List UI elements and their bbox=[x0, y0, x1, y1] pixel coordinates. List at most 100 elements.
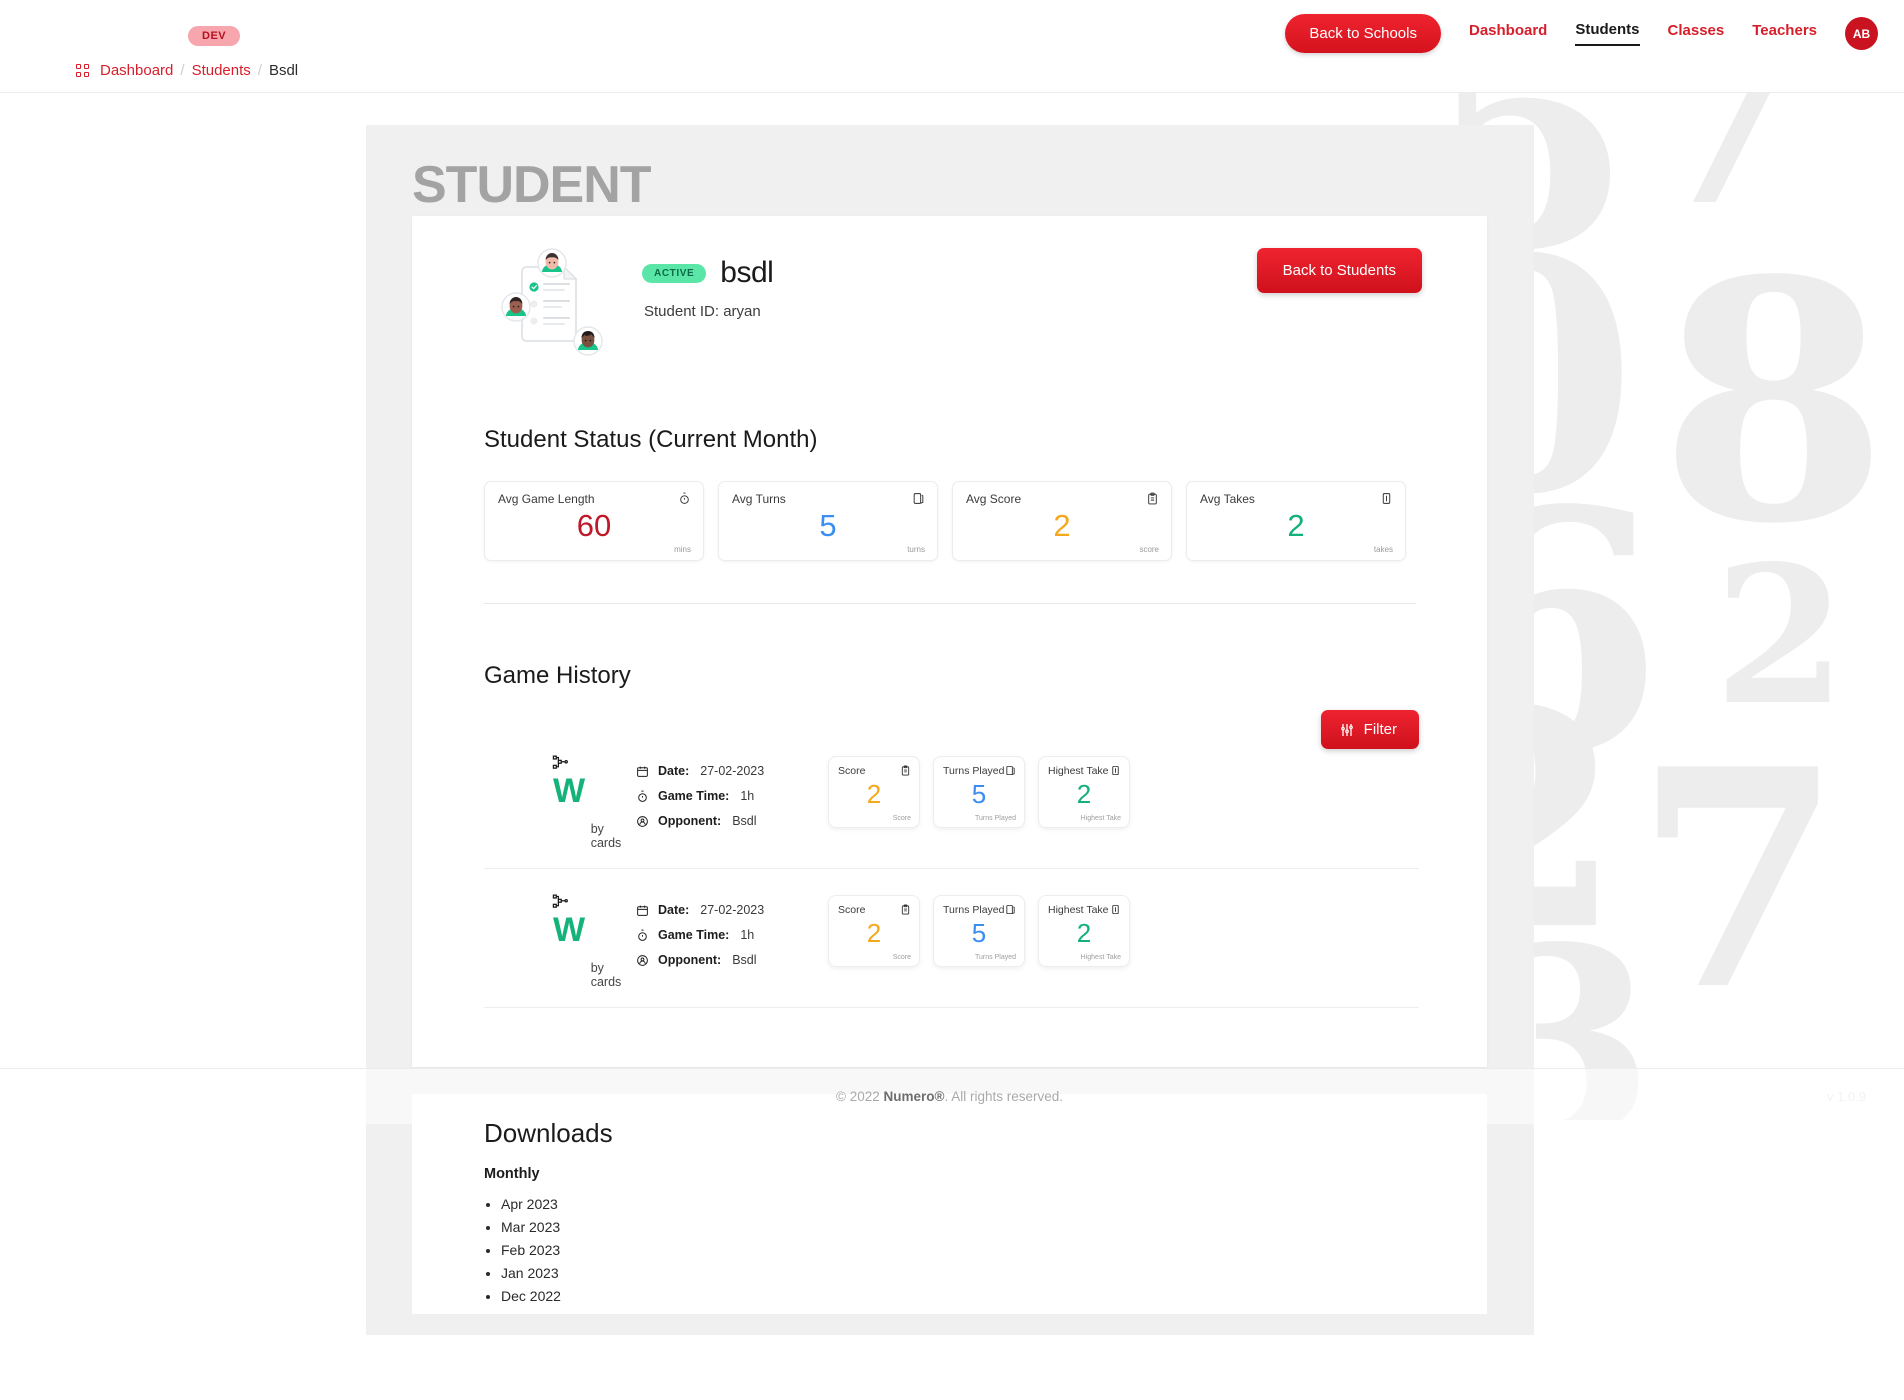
clipboard-icon bbox=[901, 765, 910, 776]
game-history-row[interactable]: W by cards Date: 27-02-2023 Game Time: 1 bbox=[484, 891, 1419, 1008]
student-status-section: Student Status (Current Month) Avg Game … bbox=[484, 426, 1419, 561]
game-meta-date: Date: 27-02-2023 bbox=[636, 903, 806, 917]
game-stat-turns-played[interactable]: Turns Played 5 Turns Played bbox=[933, 895, 1025, 967]
game-stat-unit: Highest Take bbox=[1080, 815, 1121, 822]
breadcrumb-item-current: Bsdl bbox=[268, 62, 299, 79]
game-stat-score[interactable]: Score 2 Score bbox=[828, 895, 920, 967]
download-item[interactable]: Feb 2023 bbox=[501, 1242, 613, 1258]
stat-card-avg-score[interactable]: Avg Score 2 score bbox=[952, 481, 1172, 561]
stat-value: 2 bbox=[1287, 508, 1305, 543]
footer-brand: Numero® bbox=[883, 1089, 945, 1104]
game-meta-time: Game Time: 1h bbox=[636, 928, 806, 942]
back-to-schools-button[interactable]: Back to Schools bbox=[1285, 14, 1441, 53]
game-stat-unit: Highest Take bbox=[1080, 954, 1121, 961]
nav-item-dashboard[interactable]: Dashboard bbox=[1469, 22, 1547, 45]
filter-button-label: Filter bbox=[1363, 721, 1397, 738]
clipboard-icon bbox=[1148, 492, 1157, 505]
stat-card-avg-game-length[interactable]: Avg Game Length 60 mins bbox=[484, 481, 704, 561]
breadcrumb-item-students[interactable]: Students bbox=[192, 62, 251, 79]
student-header: ACTIVE bsdl Student ID: aryan Back to St… bbox=[412, 216, 1487, 366]
meta-value: 1h bbox=[740, 789, 755, 803]
filter-button[interactable]: Filter bbox=[1320, 710, 1419, 749]
game-stat-turns-played[interactable]: Turns Played 5 Turns Played bbox=[933, 756, 1025, 828]
game-stat-value: 2 bbox=[1076, 918, 1092, 948]
breadcrumb-item-dashboard[interactable]: Dashboard bbox=[100, 62, 173, 79]
page-footer: © 2022 Numero®. All rights reserved. v 1… bbox=[0, 1068, 1904, 1124]
game-meta-block: Date: 27-02-2023 Game Time: 1h Opponent:… bbox=[636, 891, 806, 978]
student-document-illustration bbox=[501, 248, 603, 356]
tournament-bracket-icon bbox=[552, 755, 568, 769]
filter-sliders-icon bbox=[1340, 723, 1353, 736]
game-meta-time: Game Time: 1h bbox=[636, 789, 806, 803]
page-title: STUDENT bbox=[412, 156, 652, 214]
clipboard-icon bbox=[901, 904, 910, 915]
user-avatar[interactable]: AB bbox=[1845, 17, 1878, 50]
top-navigation-bar: DEV Dashboard / Students / Bsdl Back to … bbox=[0, 0, 1904, 93]
dashboard-grid-icon bbox=[76, 64, 89, 77]
game-stat-unit: Score bbox=[892, 815, 911, 822]
breadcrumb: Dashboard / Students / Bsdl bbox=[76, 62, 298, 79]
game-result-subtext: by cards bbox=[590, 961, 622, 989]
game-result-letter: W bbox=[552, 911, 586, 949]
game-history-row[interactable]: W by cards Date: 27-02-2023 Game Time: 1 bbox=[484, 752, 1419, 869]
game-stats-group: Score 2 Score Turns Played 5 Turns Playe… bbox=[828, 752, 1130, 828]
calendar-icon bbox=[637, 766, 648, 777]
game-stat-value: 2 bbox=[866, 779, 882, 809]
meta-value: 27-02-2023 bbox=[700, 764, 765, 778]
stat-label: Avg Turns bbox=[732, 492, 786, 506]
game-stat-value: 2 bbox=[866, 918, 882, 948]
avatar-left bbox=[501, 292, 531, 322]
game-meta-opponent: Opponent: Bsdl bbox=[636, 953, 806, 967]
meta-key: Opponent: bbox=[658, 814, 722, 828]
cards-icon bbox=[913, 493, 924, 504]
downloads-title: Downloads bbox=[484, 1118, 613, 1148]
stat-card-avg-takes[interactable]: Avg Takes 2 takes bbox=[1186, 481, 1406, 561]
calendar-icon bbox=[637, 905, 648, 916]
download-item[interactable]: Mar 2023 bbox=[501, 1219, 613, 1235]
meta-key: Date: bbox=[658, 903, 690, 917]
back-to-students-button[interactable]: Back to Students bbox=[1256, 248, 1422, 293]
footer-copyright-suffix: . All rights reserved. bbox=[944, 1089, 1063, 1104]
section-divider bbox=[484, 603, 1416, 604]
download-item[interactable]: Apr 2023 bbox=[501, 1196, 613, 1212]
status-badge: ACTIVE bbox=[642, 263, 707, 283]
stat-value: 5 bbox=[819, 508, 837, 543]
stat-value: 2 bbox=[1053, 508, 1071, 543]
history-section-title: Game History bbox=[484, 662, 631, 689]
app-root: 5 7 0 8 6 2 2 7 3 DEV Dashboard / Studen… bbox=[0, 0, 1904, 1400]
download-item[interactable]: Dec 2022 bbox=[501, 1288, 613, 1304]
game-history-section: Game History Filter W by cards Date: 27-… bbox=[484, 662, 1419, 1008]
game-stat-highest-take[interactable]: Highest Take 2 Highest Take bbox=[1038, 895, 1130, 967]
game-stats-group: Score 2 Score Turns Played 5 Turns Playe… bbox=[828, 891, 1130, 967]
download-item[interactable]: Jan 2023 bbox=[501, 1265, 613, 1281]
dev-environment-badge: DEV bbox=[188, 26, 241, 46]
stat-label: Avg Score bbox=[966, 492, 1022, 506]
avatar-top bbox=[537, 248, 567, 278]
meta-value: Bsdl bbox=[732, 814, 757, 828]
downloads-subtitle: Monthly bbox=[484, 1166, 540, 1182]
game-stat-highest-take[interactable]: Highest Take 2 Highest Take bbox=[1038, 756, 1130, 828]
cards-icon bbox=[1006, 904, 1015, 915]
nav-item-teachers[interactable]: Teachers bbox=[1752, 22, 1817, 45]
meta-key: Opponent: bbox=[658, 953, 722, 967]
tournament-bracket-icon bbox=[552, 894, 568, 908]
footer-copyright: © 2022 Numero®. All rights reserved. bbox=[836, 1089, 1063, 1104]
meta-key: Game Time: bbox=[658, 789, 730, 803]
stat-card-avg-turns[interactable]: Avg Turns 5 turns bbox=[718, 481, 938, 561]
game-result-block: W by cards bbox=[484, 752, 621, 850]
game-stat-value: 5 bbox=[971, 779, 987, 809]
game-result-subtext: by cards bbox=[590, 822, 622, 850]
nav-item-students[interactable]: Students bbox=[1575, 21, 1640, 46]
game-stat-score[interactable]: Score 2 Score bbox=[828, 756, 920, 828]
stat-value: 60 bbox=[576, 508, 612, 543]
takes-icon bbox=[1382, 493, 1391, 504]
stat-unit: score bbox=[1139, 545, 1159, 554]
stopwatch-icon bbox=[680, 492, 689, 504]
nav-item-classes[interactable]: Classes bbox=[1668, 22, 1725, 45]
downloads-section: Downloads Monthly Apr 2023 Mar 2023 Feb … bbox=[484, 1118, 613, 1311]
meta-key: Game Time: bbox=[658, 928, 730, 942]
user-circle-icon bbox=[637, 815, 648, 827]
stat-unit: takes bbox=[1373, 545, 1393, 554]
takes-icon bbox=[1112, 765, 1119, 776]
breadcrumb-separator: / bbox=[257, 62, 262, 79]
